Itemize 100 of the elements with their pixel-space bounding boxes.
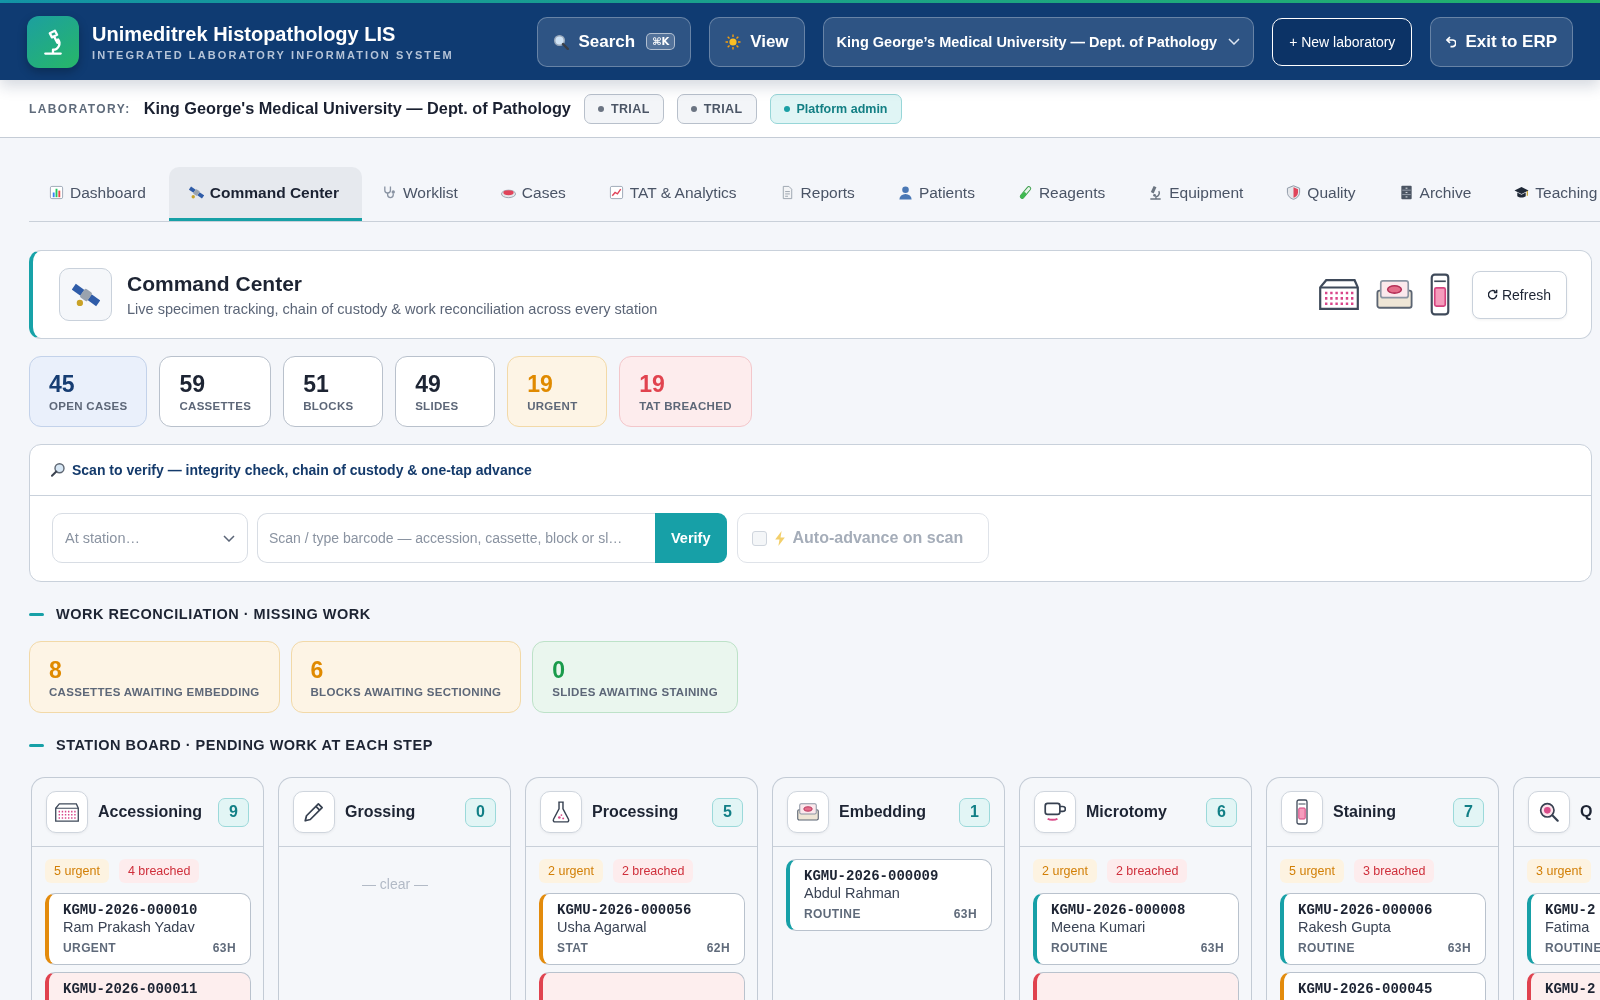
- accession-number: KGMU-2026-000009: [804, 868, 940, 884]
- stat-label: TAT BREACHED: [639, 400, 732, 412]
- refresh-button[interactable]: Refresh: [1471, 270, 1567, 319]
- station-count: 6: [1206, 797, 1237, 827]
- nav-tab[interactable]: Worklist: [362, 167, 481, 221]
- station-count: 0: [465, 797, 496, 827]
- case-card[interactable]: KGMU-2026-000056 Usha Agarwal STAT 62H: [539, 893, 745, 965]
- case-age: 63H: [1447, 940, 1471, 956]
- cabinet-icon: [1398, 185, 1414, 200]
- urgent-count: 3 urgent: [1527, 859, 1591, 883]
- station-name: Staining: [1333, 803, 1397, 821]
- embedding-box-icon: [1375, 280, 1413, 309]
- nav-tab[interactable]: Command Center: [168, 167, 362, 221]
- breached-count: 4 breached: [118, 859, 200, 883]
- station-name: Microtomy: [1086, 803, 1167, 821]
- laboratory-name: King George's Medical University — Dept. of Pathology: [143, 99, 571, 118]
- search-icon: [553, 33, 570, 50]
- station-count: 9: [218, 797, 249, 827]
- nav-tab[interactable]: Equipment: [1128, 167, 1267, 221]
- barcode-field[interactable]: Scan / type barcode — accession, cassette, block or sl…: [257, 513, 655, 563]
- station-count: 7: [1453, 797, 1484, 827]
- stat-value: 6: [310, 656, 325, 683]
- case-card[interactable]: KGMU-2026-000011: [45, 972, 251, 1000]
- station-name: Q: [1580, 803, 1593, 821]
- scan-title: Scan to verify — integrity check, chain of custody & one-tap advance: [72, 462, 532, 478]
- nav-tab[interactable]: Cases: [480, 167, 589, 221]
- nav-tab[interactable]: TAT & Analytics: [588, 167, 760, 221]
- nav-tab[interactable]: Teaching: [1494, 167, 1600, 221]
- stat-label: URGENT: [527, 400, 579, 412]
- case-card[interactable]: [539, 972, 745, 1000]
- microtome-icon: [1034, 791, 1076, 833]
- station-name: Grossing: [345, 803, 416, 821]
- stat-value: 0: [552, 656, 567, 683]
- urgent-count: 5 urgent: [45, 859, 109, 883]
- case-age: 62H: [706, 940, 730, 956]
- magnifier-icon: [51, 463, 65, 477]
- case-card[interactable]: KGMU-2026-000009 Abdul Rahman ROUTINE 63H: [786, 859, 992, 931]
- section-heading: STATION BOARD · PENDING WORK AT EACH STEP: [56, 737, 433, 753]
- cassette-rack-icon: [1318, 279, 1359, 310]
- stat-value: 51: [303, 371, 330, 397]
- case-age: 63H: [953, 906, 977, 922]
- stat-value: 45: [49, 371, 76, 397]
- accession-number: KGMU-2026-000011: [63, 981, 199, 997]
- case-card[interactable]: KGMU-2: [1527, 972, 1600, 1000]
- pencil-icon: [293, 791, 335, 833]
- chevron-down-icon: [1228, 38, 1241, 45]
- case-age: 63H: [1200, 940, 1224, 956]
- line-chart-icon: [608, 185, 624, 200]
- status-tag: TRIAL: [676, 93, 757, 124]
- station-name: Embedding: [839, 803, 927, 821]
- logo-icon: [27, 15, 79, 68]
- case-card[interactable]: [1033, 972, 1239, 1000]
- app-title: Unimeditrek Histopathology LIS: [92, 22, 397, 46]
- nav-tab[interactable]: Reagents: [997, 167, 1129, 221]
- nav-tab[interactable]: Dashboard: [29, 167, 169, 221]
- stat-label: CASSETTES AWAITING EMBEDDING: [49, 685, 260, 698]
- page-subtitle: Live specimen tracking, chain of custody & work reconciliation across every station: [127, 301, 658, 317]
- stat-label: SLIDES: [415, 400, 460, 412]
- stat-label: SLIDES AWAITING STAINING: [552, 685, 718, 698]
- priority-label: URGENT: [63, 940, 117, 956]
- stat-value: 49: [415, 371, 442, 397]
- patient-name: Rakesh Gupta: [1298, 918, 1392, 937]
- status-dot-icon: [597, 105, 604, 112]
- station-name: Processing: [592, 803, 679, 821]
- case-card[interactable]: KGMU-2026-000006 Rakesh Gupta ROUTINE 63H: [1280, 893, 1486, 965]
- urgent-count: 2 urgent: [1033, 859, 1097, 883]
- slide-icon: [1429, 273, 1450, 316]
- new-laboratory-button[interactable]: + New laboratory: [1272, 17, 1413, 66]
- accession-number: KGMU-2: [1545, 902, 1597, 918]
- stat-value: 8: [49, 656, 63, 683]
- nav-tab[interactable]: Patients: [877, 167, 998, 221]
- stethoscope-icon: [382, 185, 397, 200]
- empty-note: — clear —: [360, 876, 430, 892]
- nav-tab[interactable]: Archive: [1378, 167, 1495, 221]
- stat-value: 19: [639, 371, 666, 397]
- stat-value: 19: [527, 371, 554, 397]
- case-card[interactable]: KGMU-2026-000008 Meena Kumari ROUTINE 63H: [1033, 893, 1239, 965]
- case-age: 63H: [212, 940, 236, 956]
- patient-name: Ram Prakash Yadav: [63, 918, 196, 937]
- search-button[interactable]: Search ⌘K: [537, 16, 692, 67]
- lightning-icon: [774, 530, 785, 546]
- magnifier-icon: [1528, 791, 1570, 833]
- accession-number: KGMU-2: [1545, 981, 1597, 997]
- dash-icon: [29, 743, 44, 747]
- case-card[interactable]: KGMU-2026-000010 Ram Prakash Yadav URGENT 63H: [45, 893, 251, 965]
- case-card[interactable]: KGMU-2026-000045: [1280, 972, 1486, 1000]
- auto-advance-label: Auto-advance on scan: [792, 529, 964, 547]
- nav-tab[interactable]: Quality: [1266, 167, 1379, 221]
- exit-button[interactable]: Exit to ERP: [1430, 16, 1573, 67]
- stat-label: CASSETTES: [179, 400, 252, 412]
- accession-number: KGMU-2026-000045: [1298, 981, 1434, 997]
- patient-name: Abdul Rahman: [804, 884, 901, 903]
- status-dot-icon: [783, 105, 790, 112]
- laboratory-select[interactable]: King George’s Medical University — Dept. of Pathology: [822, 16, 1255, 67]
- stat-label: OPEN CASES: [49, 400, 128, 412]
- view-button[interactable]: View: [709, 16, 805, 67]
- nav-tab[interactable]: Reports: [759, 167, 878, 221]
- stat-label: BLOCKS AWAITING SECTIONING: [310, 685, 502, 698]
- page-title: Command Center: [127, 272, 304, 296]
- laboratory-label: LABORATORY:: [29, 101, 131, 116]
